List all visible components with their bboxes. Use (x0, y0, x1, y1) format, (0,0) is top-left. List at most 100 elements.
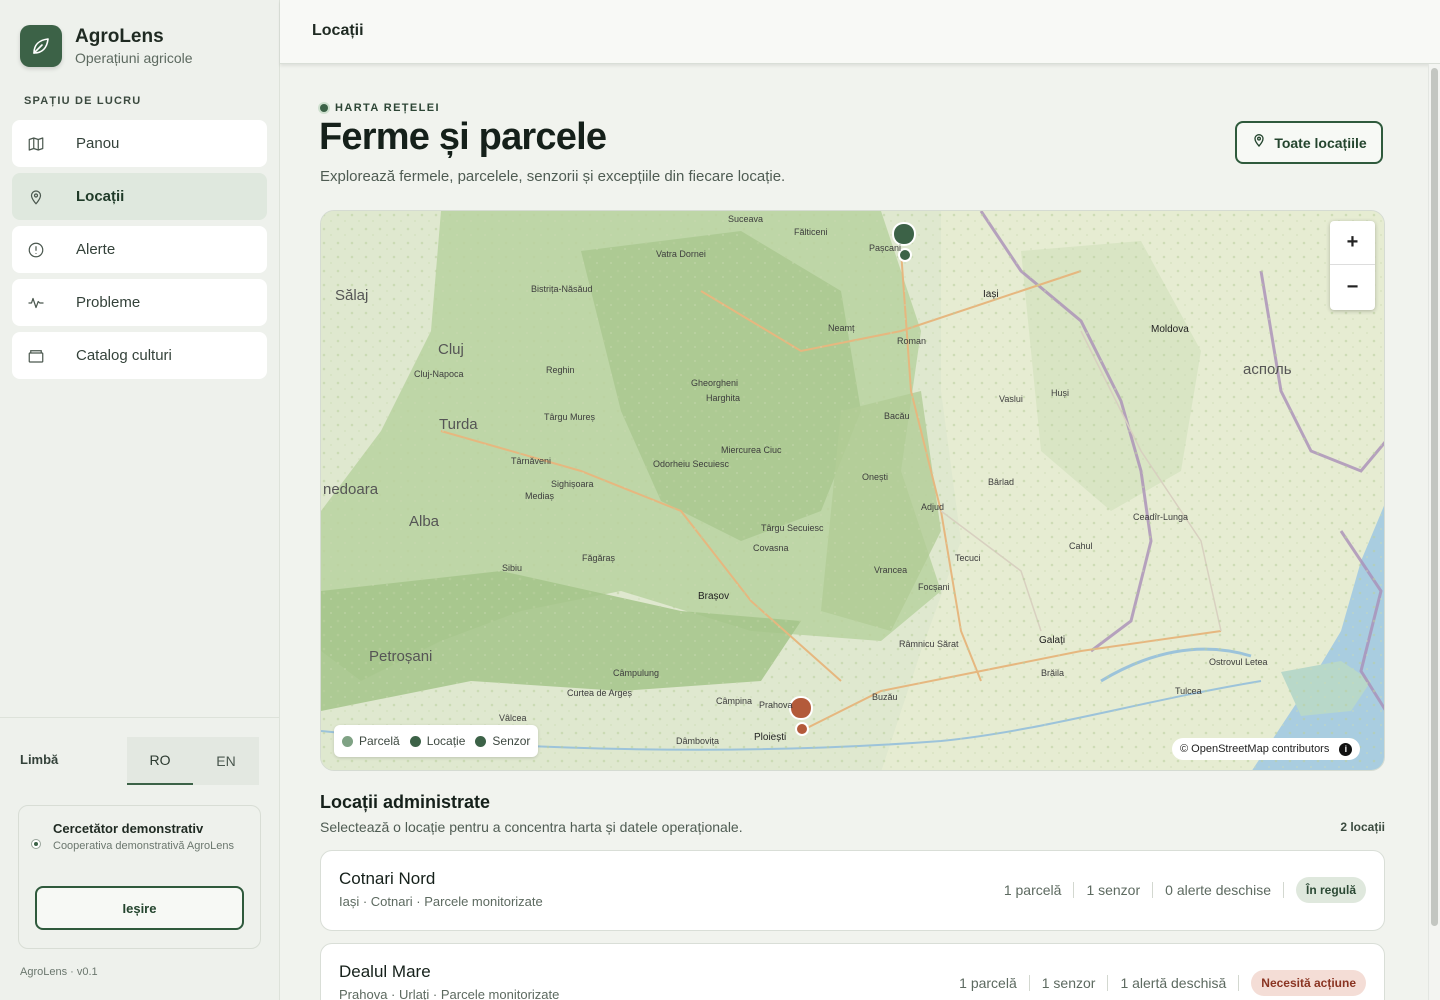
status-badge: Necesită acțiune (1251, 970, 1366, 996)
sidebar-item-probleme[interactable]: Probleme (12, 279, 267, 326)
sidebar-item-panou[interactable]: Panou (12, 120, 267, 167)
alert-circle-icon (26, 240, 46, 260)
user-name: Cercetător demonstrativ (53, 821, 204, 836)
divider (1073, 882, 1075, 898)
map-label: Târgu Mureș (544, 412, 596, 422)
page-title: Ferme și parcele (319, 116, 607, 158)
map-label: Vrancea (874, 565, 908, 575)
alert-count: 1 alertă deschisă (1120, 975, 1227, 991)
brand-name: AgroLens (75, 26, 164, 47)
locations-subtitle: Selectează o locație pentru a concentra … (320, 819, 743, 835)
map-label: Bacău (884, 411, 910, 421)
divider (1282, 882, 1284, 898)
map-label: Vâlcea (499, 713, 527, 723)
scrollbar-thumb[interactable] (1431, 68, 1438, 926)
map-label: асполь (1243, 361, 1292, 378)
map-label: Reghin (546, 365, 575, 375)
legend-dot-icon (342, 735, 353, 747)
location-card[interactable]: Dealul Mare Prahova · Urlați · Parcele m… (320, 943, 1385, 1000)
parcel-count: 1 parcelă (959, 975, 1017, 991)
map-label: Galați (1039, 635, 1066, 646)
location-meta: Iași · Cotnari · Parcele monitorizate (339, 894, 543, 909)
map-label: Iași (983, 289, 999, 300)
parcel-count: 1 parcelă (1003, 882, 1062, 898)
map[interactable]: Suceava Fălticeni Pașcani Vatra Dornei B… (320, 210, 1385, 771)
map-label: Odorheiu Secuiesc (653, 459, 730, 469)
map-label: Târnăveni (511, 456, 552, 466)
divider (1028, 975, 1030, 991)
sensor-marker-cotnari-icon[interactable] (899, 249, 911, 261)
map-label: Sibiu (502, 563, 523, 573)
location-name: Cotnari Nord (339, 869, 436, 888)
map-label: Buzău (872, 692, 898, 702)
language-ro-button[interactable]: RO (127, 737, 193, 785)
legend-label: Parcelă (359, 734, 400, 748)
zoom-out-button[interactable]: − (1330, 265, 1375, 309)
sidebar-item-locatii[interactable]: Locații (12, 173, 267, 220)
brand-subtitle: Operațiuni agricole (75, 50, 193, 66)
divider (0, 717, 279, 718)
sensor-count: 1 senzor (1041, 975, 1096, 991)
eyebrow-text: HARTA REȚELEI (335, 102, 440, 114)
workspace-label: SPAȚIU DE LUCRU (24, 95, 142, 107)
scrollbar[interactable] (1428, 64, 1440, 1000)
legend-label: Senzor (492, 734, 531, 748)
map-label: Brăila (1041, 668, 1065, 678)
location-marker-dealul-mare-icon[interactable] (790, 695, 812, 721)
sidebar-item-alerte[interactable]: Alerte (12, 226, 267, 273)
map-label: Curtea de Argeș (567, 688, 633, 698)
map-label: Târgu Secuiesc (761, 523, 824, 533)
map-label: Tecuci (955, 553, 981, 563)
divider (1107, 975, 1109, 991)
user-org: Cooperativa demonstrativă AgroLens (53, 840, 234, 852)
language-en-button[interactable]: EN (193, 737, 259, 785)
legend-dot-icon (475, 735, 487, 747)
page-subtitle: Explorează fermele, parcelele, senzorii … (320, 168, 786, 185)
location-stats: 1 parcelă 1 senzor 1 alertă deschisă Nec… (959, 970, 1366, 996)
map-label: Bistrița-Năsăud (531, 284, 593, 294)
legend-dot-icon (409, 735, 421, 747)
all-locations-label: Toate locațiile (1274, 134, 1367, 151)
map-label: Adjud (921, 502, 945, 512)
map-label: Turda (439, 416, 478, 433)
all-locations-button[interactable]: Toate locațiile (1235, 121, 1383, 164)
map-label: Petroșani (369, 648, 433, 665)
map-label: Huși (1051, 388, 1070, 398)
info-icon[interactable]: i (1339, 742, 1353, 756)
alert-count: 0 alerte deschise (1165, 882, 1271, 898)
map-label: Cluj (438, 341, 464, 358)
map-label: Gheorgheni (691, 378, 739, 388)
status-badge: În regulă (1295, 877, 1366, 903)
map-label: Vaslui (999, 394, 1023, 404)
map-label: Focșani (918, 582, 950, 592)
map-label: Câmpina (716, 696, 753, 706)
map-label: Făgăraș (582, 553, 616, 563)
zoom-in-button[interactable]: + (1330, 221, 1375, 265)
map-label: Sighișoara (551, 479, 594, 489)
locations-count: 2 locații (1340, 820, 1385, 834)
archive-icon (26, 346, 46, 366)
map-label: Câmpulung (613, 668, 660, 678)
sidebar-nav: Panou Locații Alerte Probleme Catalog cu… (12, 120, 267, 385)
sensor-marker-dealul-mare-icon[interactable] (796, 723, 808, 735)
location-marker-cotnari-icon[interactable] (893, 221, 915, 247)
location-card[interactable]: Cotnari Nord Iași · Cotnari · Parcele mo… (320, 850, 1385, 931)
sidebar-item-label: Alerte (76, 241, 116, 258)
logout-button[interactable]: Ieșire (35, 886, 244, 930)
map-label: Ploiești (754, 732, 787, 743)
user-card: Cercetător demonstrativ Cooperativa demo… (18, 805, 261, 949)
divider (1152, 882, 1154, 898)
pin-icon (26, 187, 46, 207)
map-label: Mediaș (525, 491, 555, 501)
sidebar-item-label: Panou (76, 135, 120, 152)
map-label: Neamț (828, 323, 855, 333)
attribution-text: © OpenStreetMap contributors (1180, 743, 1330, 755)
legend-item-parcela: Parcelă (342, 734, 400, 748)
sidebar-item-catalog-culturi[interactable]: Catalog culturi (12, 332, 267, 379)
legend-label: Locație (426, 734, 466, 748)
map-attribution: © OpenStreetMap contributors i (1172, 738, 1361, 760)
sensor-count: 1 senzor (1086, 882, 1141, 898)
brand[interactable]: AgroLens Operațiuni agricole (20, 25, 193, 67)
status-dot-icon (320, 104, 328, 112)
language-switch: RO EN (127, 737, 259, 785)
